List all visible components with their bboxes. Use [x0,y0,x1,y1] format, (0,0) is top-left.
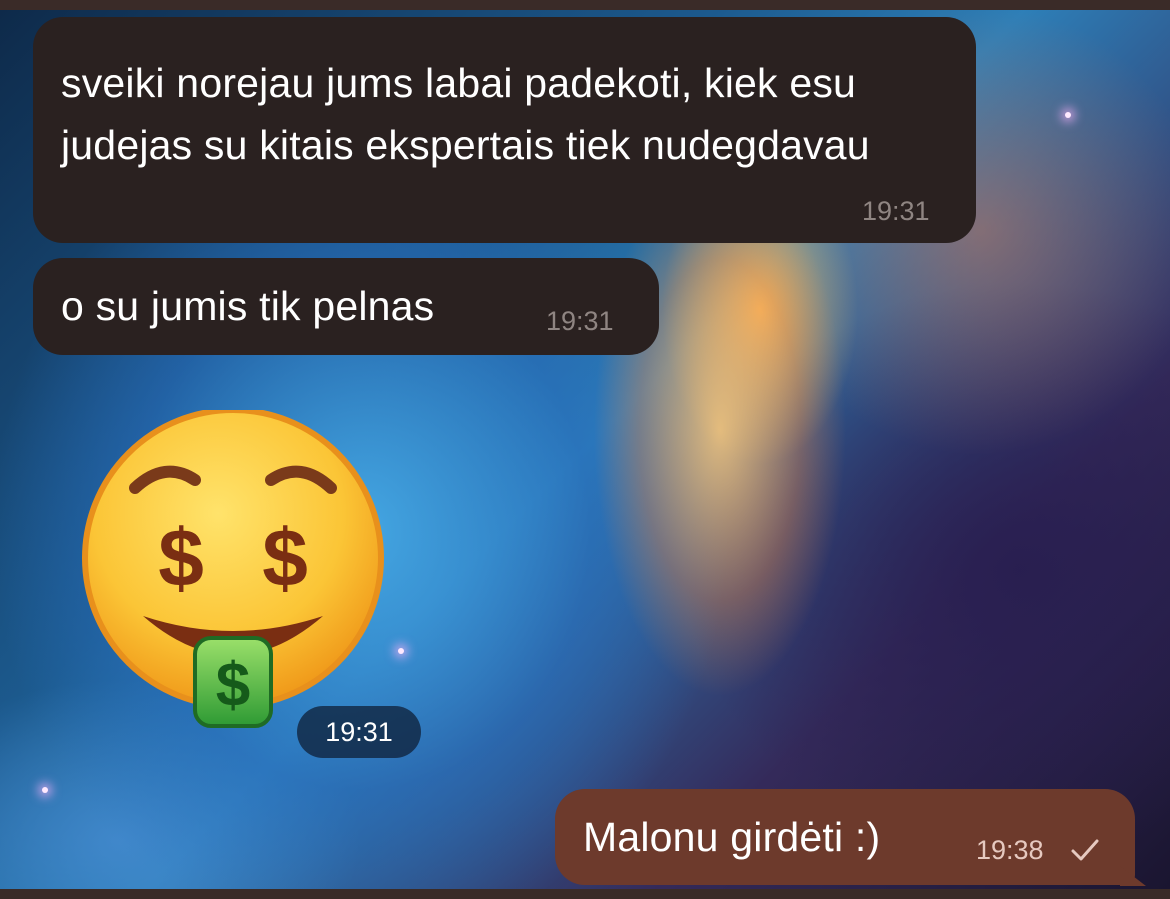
star-sparkle [1065,112,1071,118]
message-text: o su jumis tik pelnas [61,283,435,329]
message-text: Malonu girdėti :) [583,814,881,860]
incoming-message-bubble[interactable]: sveiki norejau jums labai padekoti, kiek… [33,17,976,243]
money-mouth-face-icon[interactable]: $ $ $ [77,410,389,730]
message-text: sveiki norejau jums labai padekoti, kiek… [61,60,870,168]
svg-text:$: $ [216,651,250,720]
sticker-time-badge: 19:31 [297,706,421,758]
svg-text:$: $ [158,513,204,604]
star-sparkle [398,648,404,654]
outgoing-message-bubble[interactable]: Malonu girdėti :) [555,789,1135,885]
sent-check-icon [1071,839,1099,861]
svg-text:$: $ [262,513,308,604]
message-time: 19:38 [976,835,1044,865]
bottom-frame [0,889,1170,899]
bubble-tail [1120,866,1146,886]
top-frame [0,0,1170,10]
star-sparkle [42,787,48,793]
message-time: 19:31 [862,196,930,226]
message-time: 19:31 [546,306,614,336]
